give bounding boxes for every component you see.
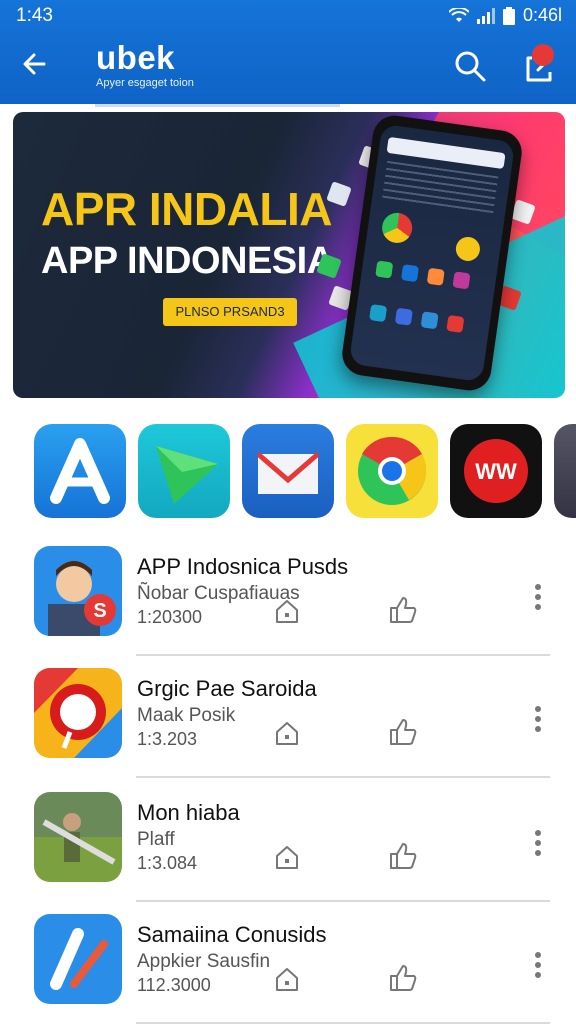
battery-text: 0:46l: [522, 5, 562, 25]
home-icon[interactable]: [274, 720, 300, 746]
circle-icon: [454, 235, 482, 263]
status-icons: 0:46l: [448, 5, 562, 26]
app-grid-icon: [369, 304, 388, 323]
app-subtitle: Plaff: [137, 829, 175, 850]
app-header: 1:43 0:46l ubek Apyer esgaget toion: [0, 0, 576, 104]
list-divider: [136, 776, 550, 778]
app-count: 1:3.084: [137, 853, 198, 873]
mail-app-icon[interactable]: [242, 424, 334, 518]
phone-screen: [348, 123, 516, 383]
featured-apps-row: WW: [0, 424, 576, 524]
banner-button[interactable]: PLNSO PRSAND3: [163, 298, 297, 326]
person-s-app-icon[interactable]: S: [34, 546, 122, 636]
more-vertical-icon[interactable]: [528, 950, 548, 980]
app-title[interactable]: APP Indosnica Pusds: [137, 554, 348, 580]
app-title[interactable]: Mon hiaba: [137, 800, 240, 826]
list-item[interactable]: Grgic Pae Saroida Maak Posik 1:3.203: [0, 668, 576, 788]
app-title: ubek: [96, 39, 176, 76]
app-grid-icon: [426, 267, 445, 286]
battery-icon: [502, 6, 515, 25]
signal-icon: [476, 7, 495, 24]
ww-app-icon[interactable]: WW: [450, 424, 542, 518]
app-grid-icon: [446, 314, 465, 333]
more-vertical-icon[interactable]: [528, 704, 548, 734]
app-grid-icon: [452, 271, 471, 290]
svg-text:WW: WW: [475, 459, 517, 484]
app-grid-icon: [394, 307, 413, 326]
promo-banner[interactable]: APR INDALIA APP INDONESIA PLNSO PRSAND3: [13, 112, 565, 398]
status-time: 1:43: [16, 5, 53, 26]
chrome-icon: [380, 210, 415, 245]
brand: ubek Apyer esgaget toion: [96, 39, 194, 90]
app-subtitle: Maak Posik: [137, 705, 236, 726]
app-tagline: Apyer esgaget toion: [96, 77, 194, 89]
app-grid-icon: [400, 264, 420, 283]
thumbs-up-icon[interactable]: [388, 596, 418, 624]
game-character-app-icon[interactable]: [34, 792, 122, 882]
app-count: 112.3000: [137, 975, 211, 995]
list-divider: [136, 654, 550, 656]
blue-a-app-icon[interactable]: [34, 914, 122, 1004]
more-vertical-icon[interactable]: [528, 582, 548, 612]
thumbs-up-icon[interactable]: [388, 718, 418, 746]
svg-text:S: S: [93, 600, 106, 622]
app-bar: ubek Apyer esgaget toion: [0, 30, 576, 104]
app-grid-icon: [375, 260, 394, 279]
partial-app-icon[interactable]: [554, 424, 576, 518]
app-count: 1:20300: [137, 607, 203, 627]
app-title[interactable]: Grgic Pae Saroida: [137, 676, 317, 702]
chrome-glyph: [358, 436, 427, 505]
home-icon[interactable]: [274, 844, 300, 870]
app-count: 1:3.203: [137, 729, 198, 749]
green-arrow-glyph: [156, 446, 218, 504]
phone-text-lines: [381, 160, 499, 217]
a-app-icon[interactable]: [34, 424, 126, 518]
home-icon[interactable]: [274, 966, 300, 992]
banner-headline-1: APR INDALIA: [41, 183, 332, 235]
home-icon[interactable]: [274, 598, 300, 624]
brand-underline: [95, 104, 340, 107]
app-grid-icon: [420, 311, 439, 330]
red-pin-app-icon[interactable]: [34, 668, 122, 758]
a-app-icon-glyph: [50, 438, 110, 504]
more-vertical-icon[interactable]: [528, 828, 548, 858]
list-divider: [136, 900, 550, 902]
ww-glyph: WW: [464, 439, 528, 503]
mail-glyph: [256, 452, 320, 494]
app-subtitle: Appkier Sausfin: [137, 951, 271, 972]
search-icon[interactable]: [452, 48, 488, 84]
chrome-app-icon[interactable]: [346, 424, 438, 518]
banner-headline-2: APP INDONESIA: [41, 240, 334, 282]
status-bar: 1:43 0:46l: [0, 0, 576, 30]
back-arrow-icon[interactable]: [18, 46, 54, 82]
app-title[interactable]: Samaiina Conusids: [137, 922, 327, 948]
list-item[interactable]: S APP Indosnica Pusds Ñobar Cuspafiauas 1:2…: [0, 546, 576, 666]
notification-badge: [532, 44, 554, 66]
thumbs-up-icon[interactable]: [388, 964, 418, 992]
list-item[interactable]: Mon hiaba Plaff 1:3.084: [0, 792, 576, 912]
green-arrow-app-icon[interactable]: [138, 424, 230, 518]
thumbs-up-icon[interactable]: [388, 842, 418, 870]
list-item[interactable]: Samaiina Conusids Appkier Sausfin 112.3000: [0, 914, 576, 1034]
wifi-icon: [448, 7, 469, 22]
